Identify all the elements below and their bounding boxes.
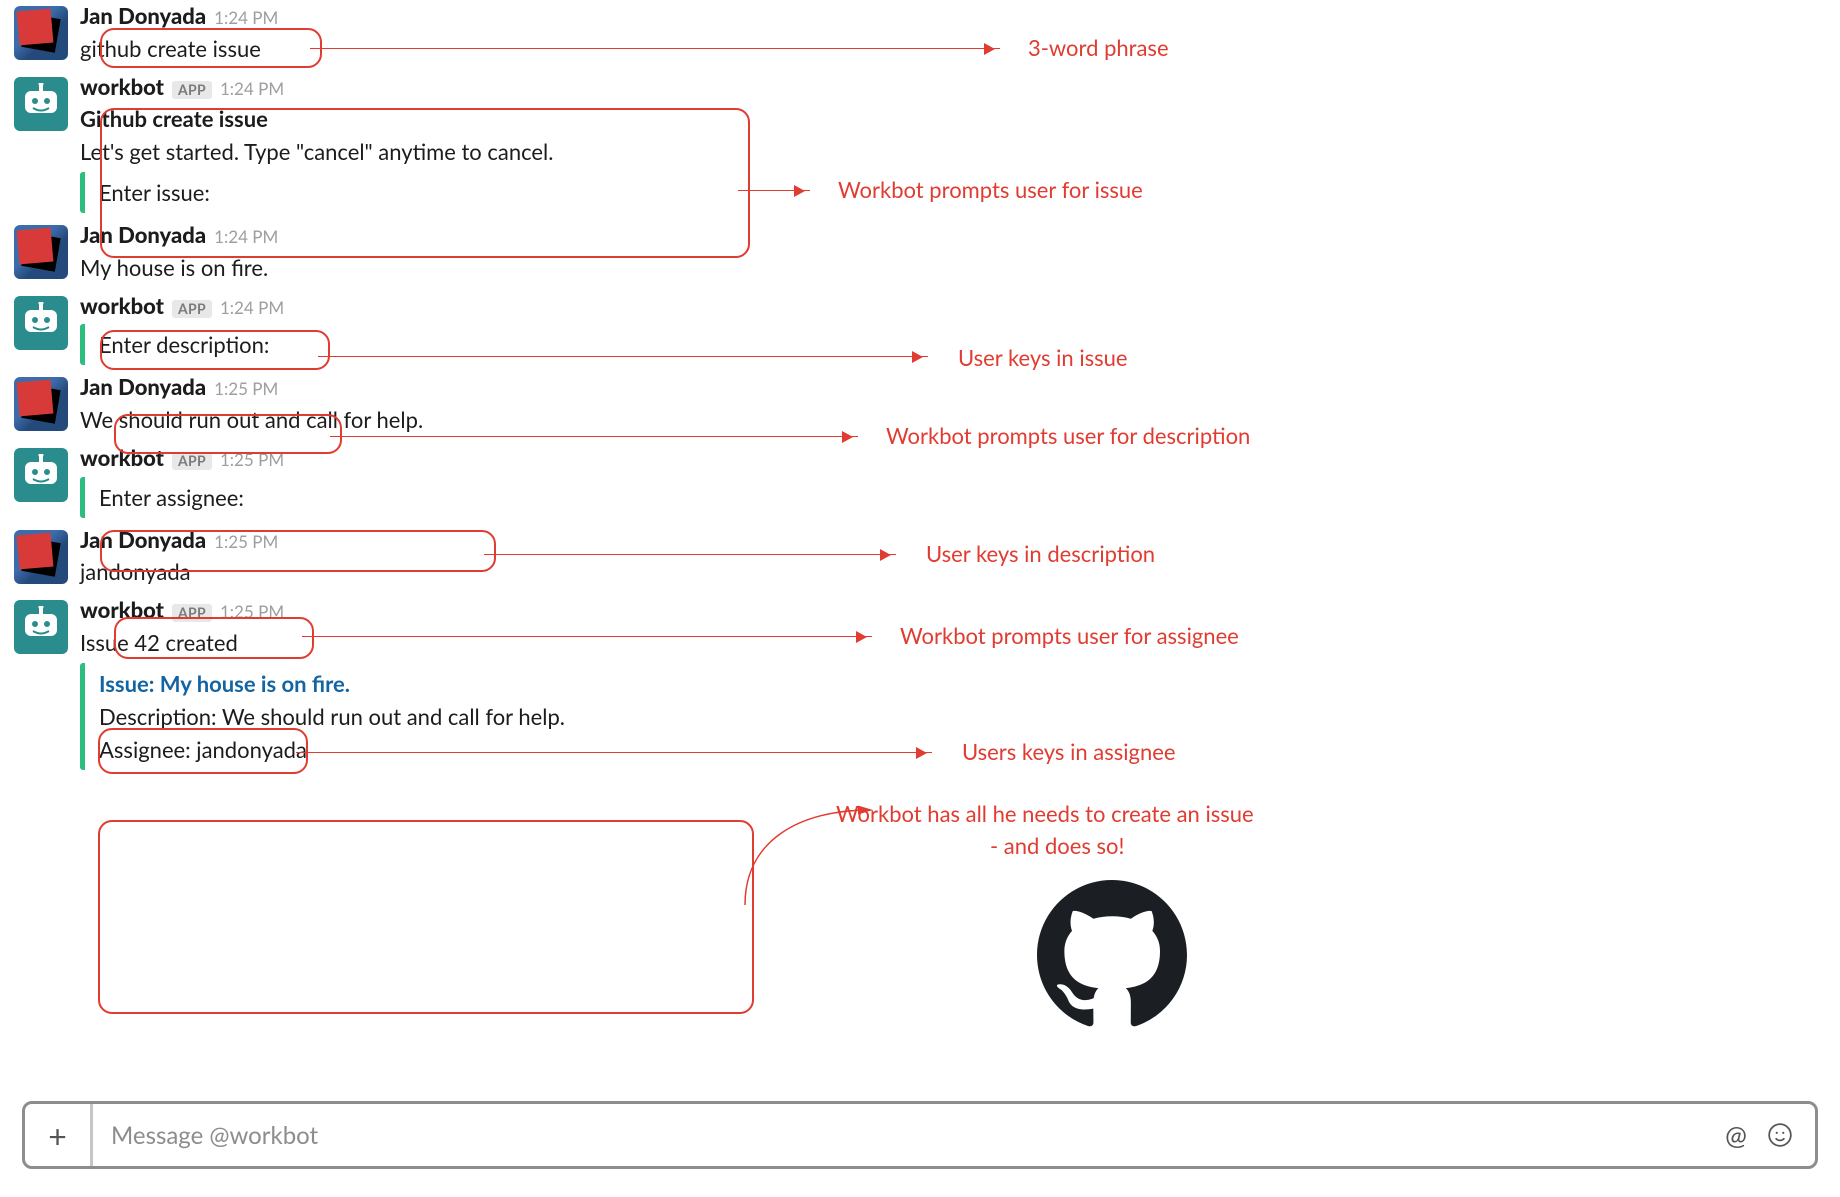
avatar-user [14, 377, 68, 431]
sender-name: Jan Donyada [80, 526, 206, 555]
highlight-box-7 [98, 820, 754, 1014]
message-bot-1: workbot APP 1:24 PM Github create issue … [14, 69, 784, 218]
timestamp: 1:25 PM [214, 531, 278, 552]
timestamp: 1:25 PM [220, 601, 284, 622]
annotation-arrow-0 [310, 48, 1000, 49]
annotation-7: Workbot has all he needs to create an is… [836, 800, 1254, 827]
prompt-attachment: Enter description: [80, 324, 784, 365]
annotation-8: - and does so! [990, 832, 1124, 859]
annotation-arrow-4 [484, 554, 896, 555]
prompt-attachment: Enter issue: [80, 172, 784, 213]
message-composer[interactable]: + Message @workbot @ [22, 1101, 1818, 1169]
annotation-1: Workbot prompts user for issue [838, 176, 1143, 203]
avatar-bot [14, 448, 68, 502]
message-bot-final: workbot APP 1:25 PM Issue 42 created Iss… [14, 592, 784, 774]
timestamp: 1:24 PM [220, 297, 284, 318]
sender-name: Jan Donyada [80, 2, 206, 31]
app-badge: APP [172, 81, 212, 99]
sender-name: Jan Donyada [80, 373, 206, 402]
annotation-6: Users keys in assignee [962, 738, 1175, 765]
timestamp: 1:24 PM [214, 226, 278, 247]
avatar-user [14, 225, 68, 279]
annotation-arrow-1 [738, 190, 810, 191]
message-bot-2: workbot APP 1:24 PM Enter description: [14, 288, 784, 370]
sender-name: workbot [80, 292, 164, 321]
app-badge: APP [172, 300, 212, 318]
timestamp: 1:25 PM [220, 449, 284, 470]
issue-created-line: Issue 42 created [80, 626, 784, 659]
message-text: My house is on fire. [80, 251, 784, 284]
sender-name: workbot [80, 73, 164, 102]
annotation-0: 3-word phrase [1028, 34, 1169, 61]
timestamp: 1:24 PM [220, 78, 284, 99]
avatar-user [14, 6, 68, 60]
prompt-attachment: Enter assignee: [80, 477, 784, 518]
message-user-2: Jan Donyada 1:24 PM My house is on fire. [14, 217, 784, 288]
issue-attachment: Issue: My house is on fire. Description:… [80, 663, 784, 770]
composer-right-icons: @ [1721, 1120, 1795, 1150]
bot-line: Let's get started. Type "cancel" anytime… [80, 135, 784, 168]
avatar-user [14, 530, 68, 584]
bot-title: Github create issue [80, 102, 784, 135]
annotation-arrow-6 [296, 752, 932, 753]
message-user-1: Jan Donyada 1:24 PM github create issue [14, 0, 784, 69]
avatar-bot [14, 77, 68, 131]
timestamp: 1:25 PM [214, 378, 278, 399]
sender-name: workbot [80, 596, 164, 625]
avatar-bot [14, 600, 68, 654]
chat-screenshot: Jan Donyada 1:24 PM github create issue … [0, 0, 1840, 1197]
annotation-3: Workbot prompts user for description [886, 422, 1250, 449]
message-text: We should run out and call for help. [80, 403, 784, 436]
issue-title[interactable]: Issue: My house is on fire. [99, 667, 784, 700]
app-badge: APP [172, 452, 212, 470]
annotation-5: Workbot prompts user for assignee [900, 622, 1239, 649]
composer-placeholder[interactable]: Message @workbot [93, 1121, 1721, 1150]
message-list: Jan Donyada 1:24 PM github create issue … [14, 0, 784, 774]
avatar-bot [14, 296, 68, 350]
sender-name: Jan Donyada [80, 221, 206, 250]
emoji-icon[interactable] [1765, 1120, 1795, 1150]
annotation-arrow-2 [318, 356, 928, 357]
issue-assignee: Assignee: jandonyada [99, 733, 784, 766]
app-badge: APP [172, 604, 212, 622]
issue-description: Description: We should run out and call … [99, 700, 784, 733]
message-user-4: Jan Donyada 1:25 PM jandonyada [14, 522, 784, 593]
github-logo-icon [1037, 880, 1187, 1034]
mention-icon[interactable]: @ [1721, 1120, 1751, 1150]
annotation-4: User keys in description [926, 540, 1155, 567]
message-text: jandonyada [80, 555, 784, 588]
timestamp: 1:24 PM [214, 7, 278, 28]
sender-name: workbot [80, 444, 164, 473]
prompt-text: Enter issue: [99, 176, 784, 209]
message-user-3: Jan Donyada 1:25 PM We should run out an… [14, 369, 784, 440]
annotation-arrow-3 [330, 436, 858, 437]
prompt-text: Enter assignee: [99, 481, 784, 514]
attach-button[interactable]: + [25, 1104, 93, 1166]
message-bot-3: workbot APP 1:25 PM Enter assignee: [14, 440, 784, 522]
annotation-2: User keys in issue [958, 344, 1128, 371]
annotation-arrow-5 [302, 636, 872, 637]
